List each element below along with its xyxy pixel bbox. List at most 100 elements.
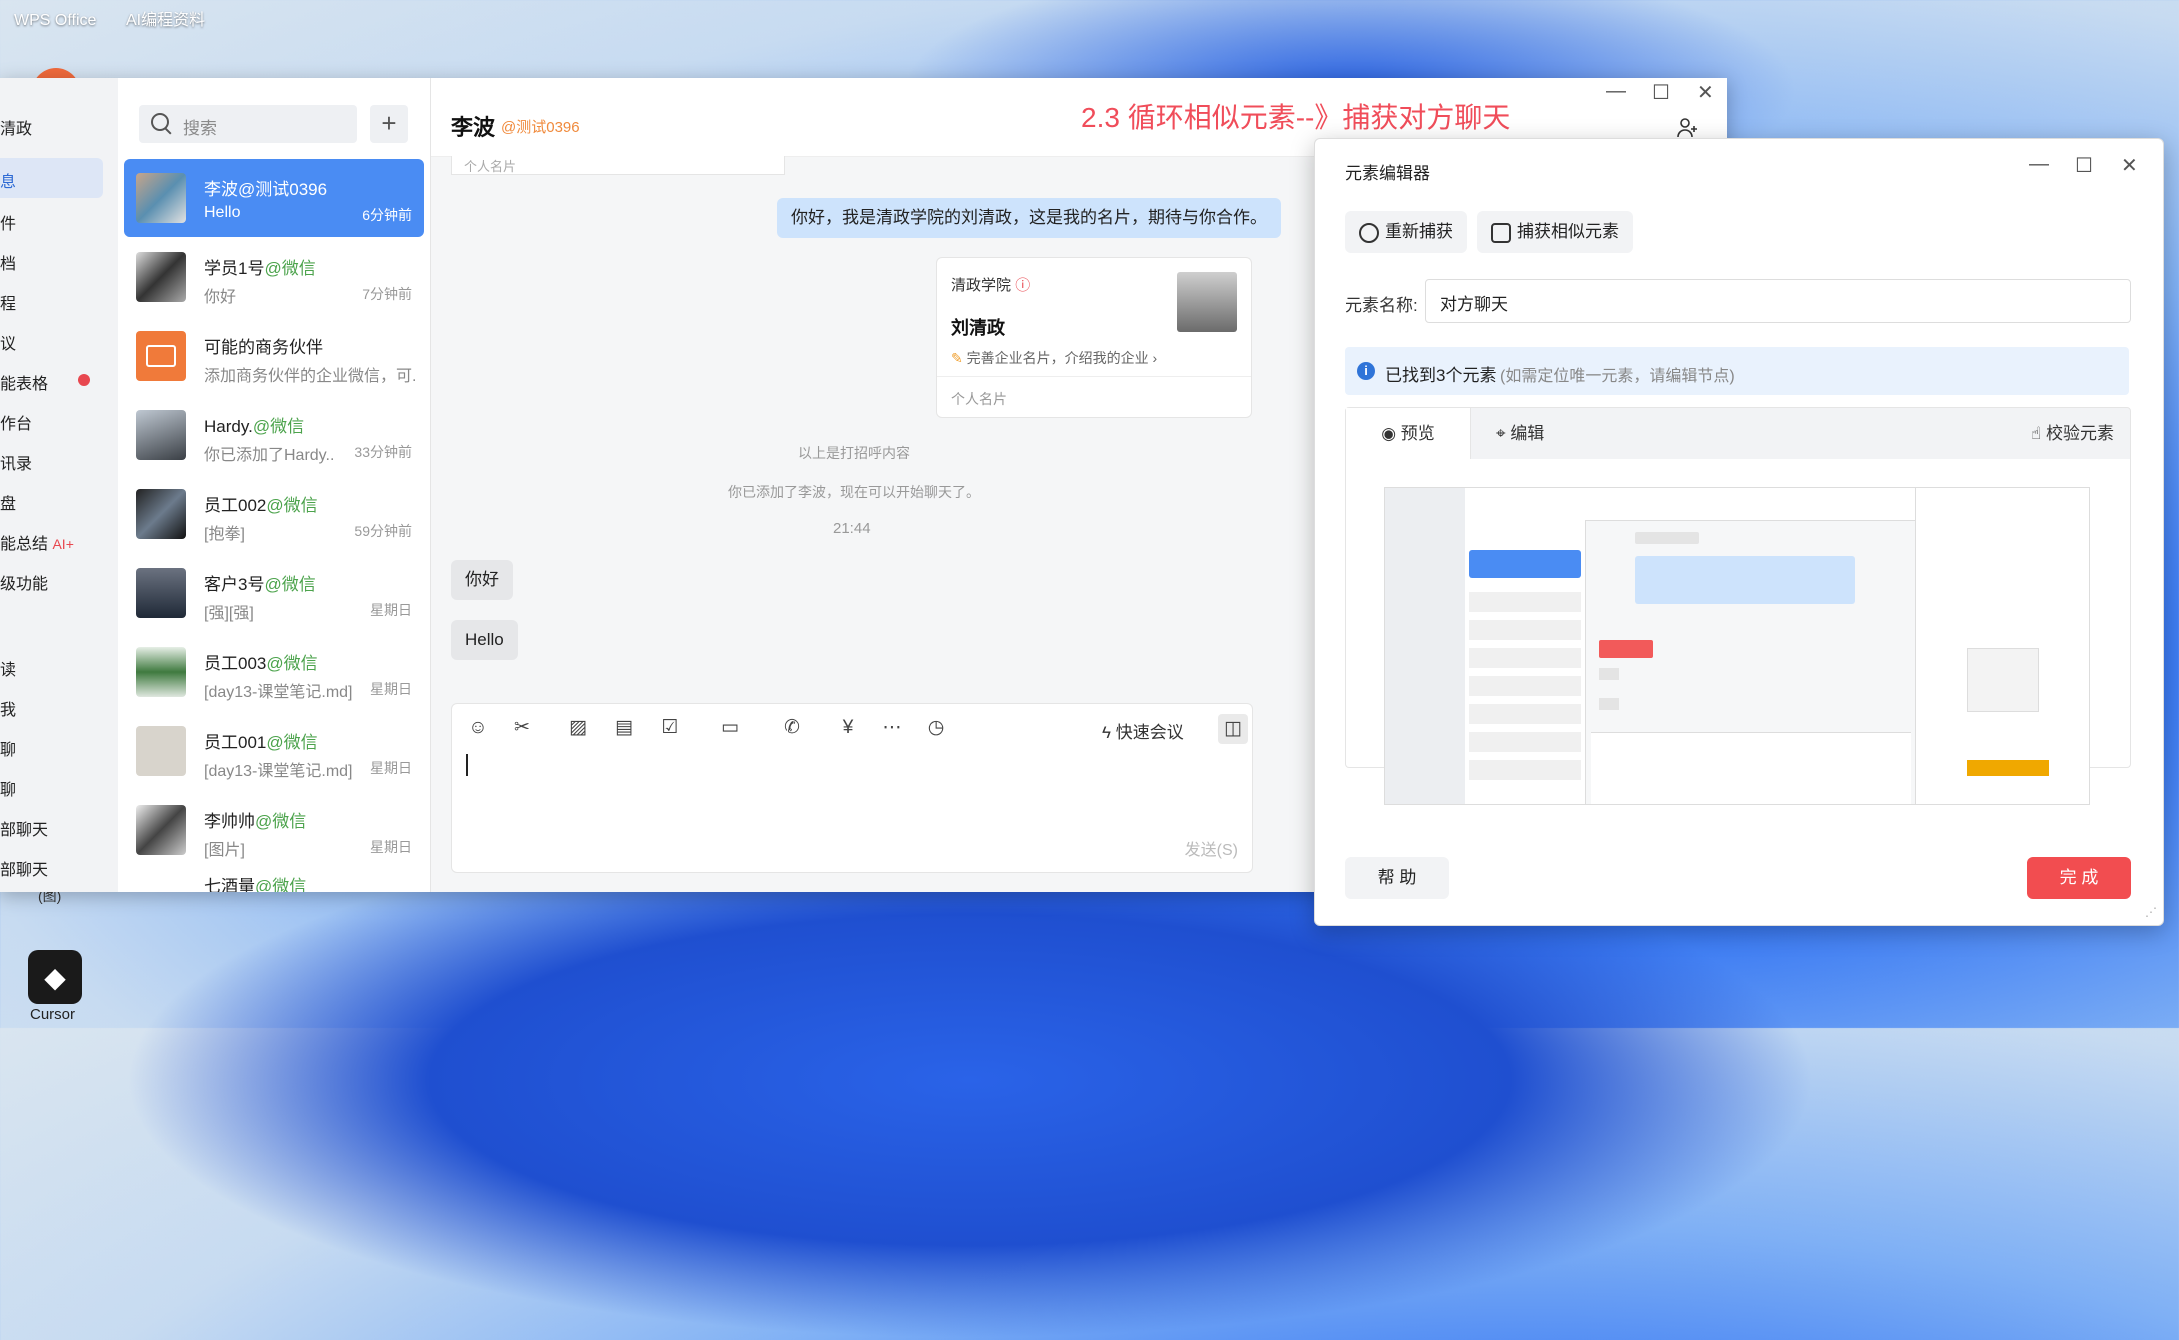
search-input[interactable]: 搜索	[139, 105, 357, 143]
lightning-icon: ϟ	[1102, 723, 1111, 742]
preview-tabs: ◉ 预览 ⌖ 编辑 ☝ 校验元素	[1345, 407, 2131, 461]
list-item[interactable]: 学员1号@微信 你好 7分钟前	[124, 238, 424, 316]
nav-item-internal-chat[interactable]: 部聊天	[0, 816, 48, 840]
phone-icon[interactable]: ✆	[780, 716, 804, 740]
notification-dot	[78, 374, 90, 386]
ai-badge: AI+	[52, 536, 74, 552]
nav-item-drive[interactable]: 盘	[0, 490, 16, 514]
conversation-list: 搜索 + 李波@测试0396 Hello 6分钟前 学员1号@微信 你好 7分钟…	[118, 78, 431, 892]
nav-item-mail[interactable]: 件	[0, 210, 16, 234]
image-icon[interactable]: ▨	[566, 716, 590, 740]
list-item[interactable]: Hardy.@微信 你已添加了Hardy.... 33分钟前	[124, 396, 424, 474]
card-photo	[1177, 272, 1237, 332]
nav-item-workbench[interactable]: 作台	[0, 410, 32, 434]
add-member-icon[interactable]	[1676, 116, 1700, 140]
contact-card[interactable]: 清政学院 ⓘ 刘清政 ✎ 完善企业名片，介绍我的企业 › 个人名片	[936, 257, 1252, 418]
avatar	[136, 410, 186, 460]
my-message-bubble[interactable]: 你好，我是清政学院的刘清政，这是我的名片，期待与你合作。	[777, 198, 1281, 238]
chat-title: 李波	[451, 115, 496, 140]
list-item[interactable]: 员工003@微信 [day13-课堂笔记.md] 星期日	[124, 633, 424, 711]
element-name-label: 元素名称:	[1345, 296, 1418, 315]
element-name-field[interactable]: 对方聊天	[1425, 279, 2131, 323]
avatar	[136, 805, 186, 855]
list-item[interactable]: 员工001@微信 [day13-课堂笔记.md] 星期日	[124, 712, 424, 790]
list-item[interactable]: 可能的商务伙伴 添加商务伙伴的企业微信，可...	[124, 317, 424, 395]
close-icon[interactable]: ✕	[1697, 80, 1714, 105]
list-item[interactable]: 客户3号@微信 [强][强] 星期日	[124, 554, 424, 632]
nav-item-profile[interactable]: 清政	[0, 115, 32, 139]
maximize-icon[interactable]: ☐	[1652, 80, 1670, 105]
red-packet-icon[interactable]: ¥	[836, 716, 860, 740]
text-cursor	[466, 754, 468, 776]
close-icon[interactable]: ✕	[2121, 153, 2138, 178]
list-item[interactable]: 七酒量@微信	[124, 870, 424, 892]
message-history-icon[interactable]: ◷	[924, 716, 948, 740]
message-time: 21:44	[833, 520, 871, 537]
nav-item-group-2[interactable]: 我	[0, 696, 16, 720]
cursor-app-icon[interactable]: ◆	[28, 950, 82, 1004]
cursor-app-label: Cursor	[30, 1006, 76, 1023]
list-item[interactable]: 李帅帅@微信 [图片] 星期日	[124, 791, 424, 869]
tab-preview[interactable]: ◉ 预览	[1346, 408, 1471, 460]
avatar	[136, 489, 186, 539]
minimize-icon[interactable]: —	[1606, 80, 1626, 103]
nav-item-external-chat[interactable]: 部聊天	[0, 856, 48, 880]
desktop-icon-ai-materials[interactable]: AI编程资料	[126, 12, 205, 29]
folder-icon[interactable]: ▭	[718, 716, 742, 740]
other-message-bubble[interactable]: 你好	[451, 560, 513, 600]
message-input[interactable]: ☺ ✂ ▨ ▤ ☑ ▭ ✆ ¥ ⋯ ◷ ϟ 快速会议 ◫ 发送(S)	[451, 703, 1253, 873]
nav-item-meeting[interactable]: 议	[0, 330, 16, 354]
resize-grip-icon[interactable]: ⋰	[2145, 905, 2157, 919]
nav-item-group-3[interactable]: 聊	[0, 736, 16, 760]
more-icon[interactable]: ⋯	[880, 716, 904, 740]
emoji-icon[interactable]: ☺	[466, 716, 490, 740]
avatar	[136, 252, 186, 302]
verify-element-button[interactable]: ☝ 校验元素	[2031, 408, 2114, 460]
desktop-icon-wps[interactable]: WPS Office	[14, 12, 96, 29]
card-name: 刘清政	[951, 318, 1005, 338]
task-icon[interactable]: ☑	[658, 716, 682, 740]
tutorial-caption: 2.3 循环相似元素--》捕获对方聊天	[1081, 102, 1511, 133]
nav-item-group-1[interactable]: 读	[0, 656, 16, 680]
nav-item-docs[interactable]: 档	[0, 250, 16, 274]
document-icon[interactable]: ▤	[612, 716, 636, 740]
avatar	[136, 647, 186, 697]
capture-similar-button[interactable]: 捕获相似元素	[1477, 211, 1633, 253]
send-button[interactable]: 发送(S)	[1185, 836, 1238, 860]
help-button[interactable]: 帮 助	[1345, 857, 1449, 899]
list-item[interactable]: 李波@测试0396 Hello 6分钟前	[124, 159, 424, 237]
avatar	[136, 173, 186, 223]
nav-item-advanced[interactable]: 级功能	[0, 570, 48, 594]
dialog-title: 元素编辑器	[1345, 164, 1430, 183]
list-item[interactable]: 员工002@微信 [抱拳] 59分钟前	[124, 475, 424, 553]
info-icon: i	[1357, 362, 1375, 380]
partial-card: 个人名片	[451, 156, 785, 175]
capture-icon	[1491, 223, 1511, 243]
maximize-icon[interactable]: ☐	[2075, 153, 2093, 178]
recapture-button[interactable]: 重新捕获	[1345, 211, 1467, 253]
done-button[interactable]: 完 成	[2027, 857, 2131, 899]
side-panel-toggle-icon[interactable]: ◫	[1218, 714, 1248, 744]
system-notice: 以上是打招呼内容	[798, 445, 910, 461]
element-editor-dialog: 元素编辑器 — ☐ ✕ 重新捕获 捕获相似元素 元素名称: 对方聊天 i 已找到…	[1314, 138, 2164, 926]
add-button[interactable]: +	[370, 105, 408, 143]
preview-area	[1345, 459, 2131, 805]
preview-screenshot	[1384, 487, 2090, 805]
nav-item-smart-sheet[interactable]: 能表格	[0, 370, 90, 394]
minimize-icon[interactable]: —	[2029, 153, 2049, 176]
nav-item-ai-summary[interactable]: 能总结 AI+	[0, 530, 74, 554]
other-message-bubble[interactable]: Hello	[451, 620, 518, 660]
quick-meeting-button[interactable]: ϟ 快速会议	[1102, 718, 1184, 743]
tab-edit[interactable]: ⌖ 编辑	[1496, 408, 1544, 460]
sparkle-icon: ✎	[951, 350, 963, 366]
nav-item-contacts[interactable]: 讯录	[0, 450, 32, 474]
pointer-icon: ☝	[2030, 424, 2042, 443]
nav-sidebar: 清政 息 件 档 程 议 能表格 作台 讯录 盘 能总结 AI+ 级功能 读 我…	[0, 78, 118, 892]
nav-item-group-4[interactable]: 聊	[0, 776, 16, 800]
card-desc: ✎ 完善企业名片，介绍我的企业 ›	[951, 350, 1158, 366]
nav-item-schedule[interactable]: 程	[0, 290, 16, 314]
screenshot-icon[interactable]: ✂	[510, 716, 534, 740]
desktop-top-icons: WPS Office AI编程资料	[14, 6, 231, 30]
nav-item-messages[interactable]: 息	[0, 158, 103, 198]
search-icon	[151, 113, 169, 131]
